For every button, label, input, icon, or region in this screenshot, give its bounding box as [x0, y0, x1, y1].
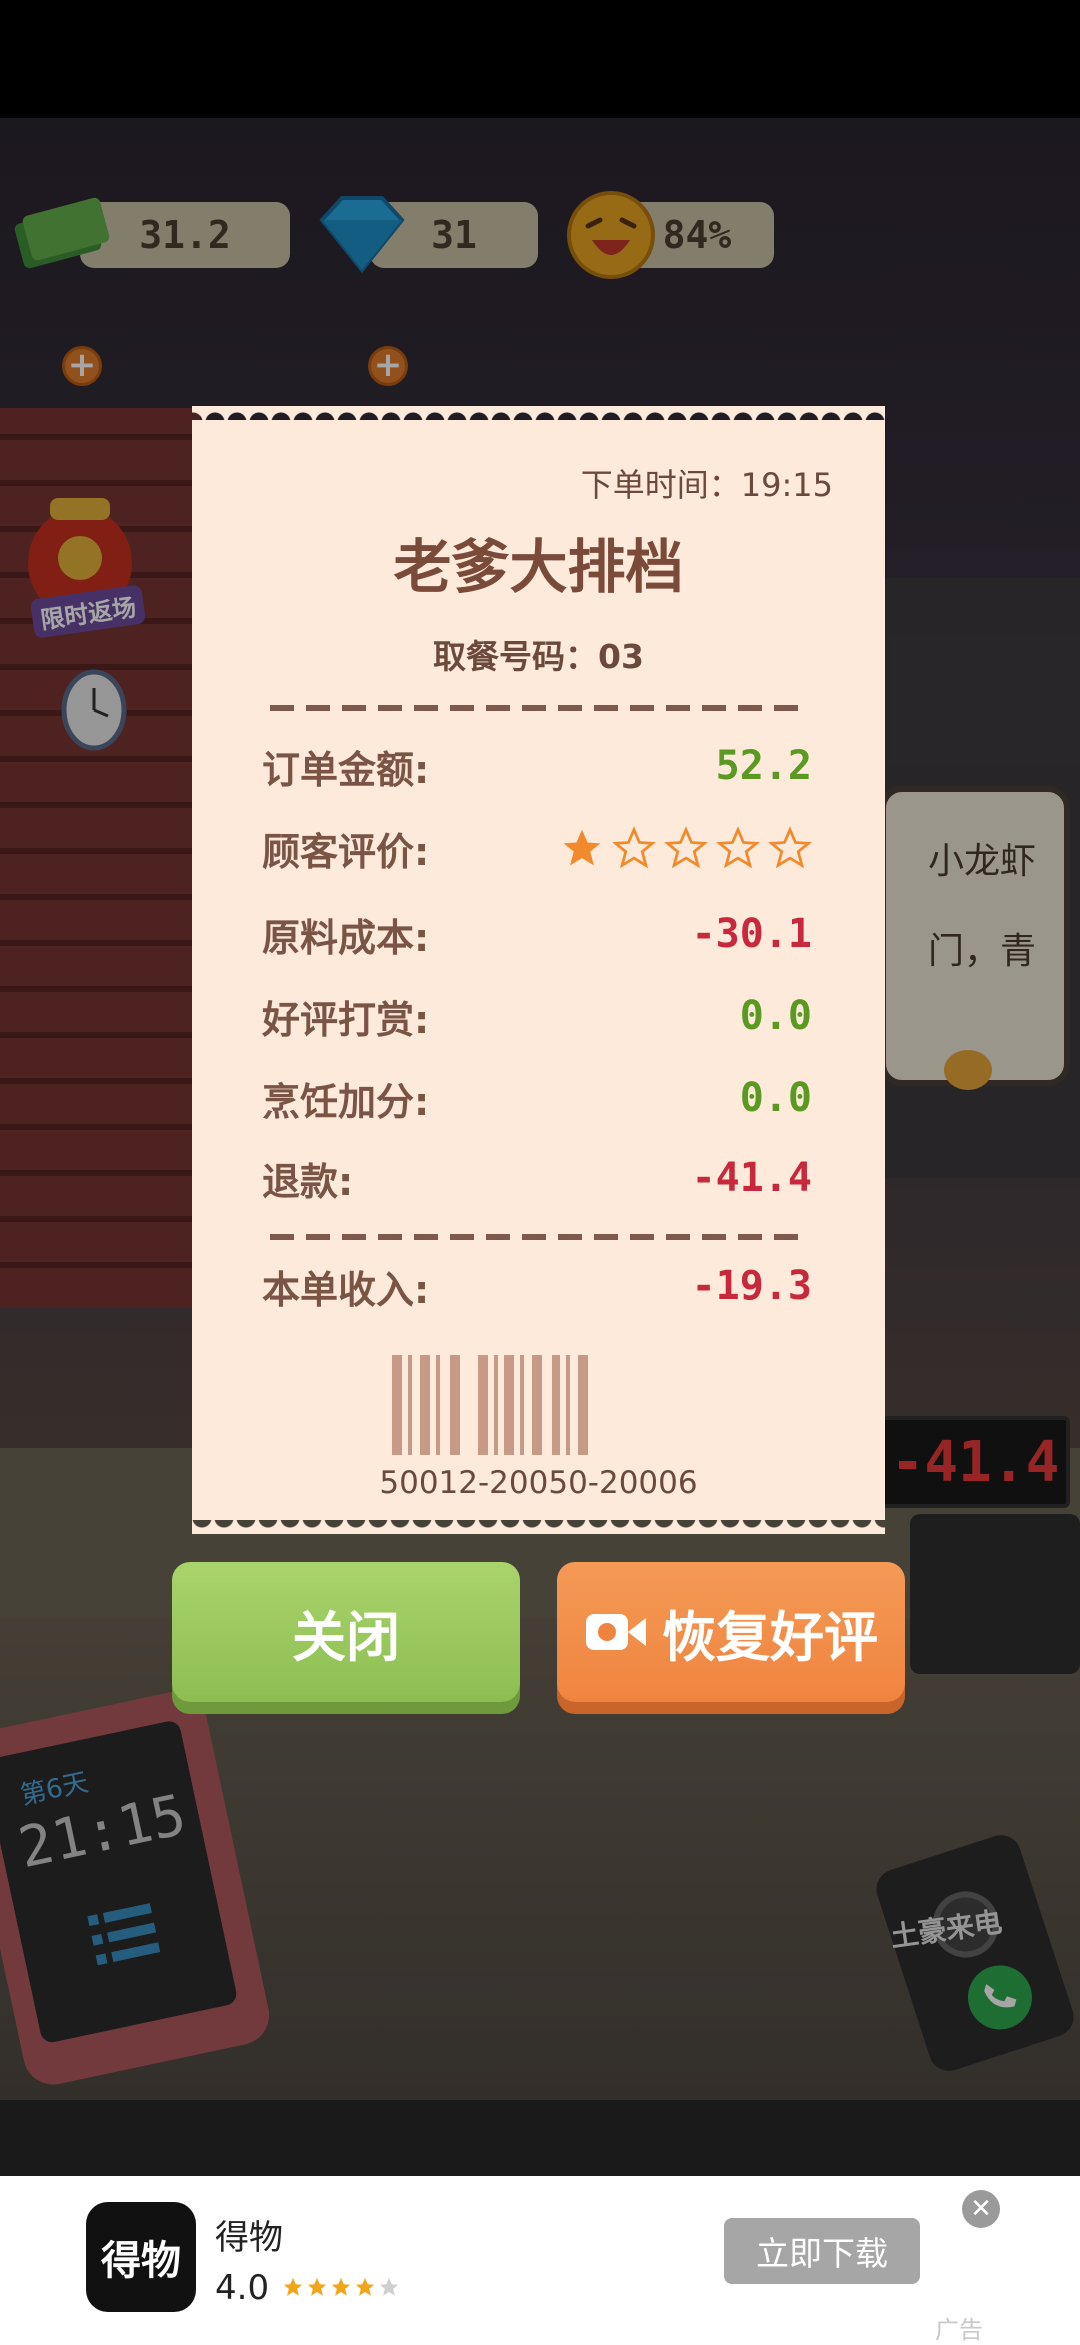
barcode-gap — [440, 1355, 450, 1455]
row-label: 顾客评价: — [262, 829, 430, 874]
row-order-amount: 订单金额: 52.2 — [262, 738, 812, 794]
ad-download-button[interactable]: 立即下载 — [724, 2218, 920, 2284]
barcode-bar — [552, 1355, 560, 1455]
barcode — [392, 1355, 682, 1455]
ad-app-name: 得物 — [215, 2218, 283, 2258]
star-empty-icon — [716, 826, 760, 869]
row-customer-rating: 顾客评价: — [262, 820, 812, 876]
barcode-gap — [524, 1355, 532, 1455]
star-empty-icon — [768, 826, 812, 869]
barcode-bar — [504, 1355, 514, 1455]
order-receipt: 下单时间：19:15 老爹大排档 取餐号码：03 订单金额: 52.2 顾客评价… — [192, 406, 885, 1534]
divider — [270, 705, 810, 711]
row-label: 好评打赏: — [262, 997, 430, 1042]
row-label: 烹饪加分: — [262, 1079, 430, 1124]
row-label: 本单收入: — [262, 1267, 430, 1312]
shop-name: 老爹大排档 — [393, 533, 684, 601]
row-value: 52.2 — [715, 743, 812, 789]
barcode-bar — [532, 1355, 542, 1455]
ad-close-icon[interactable]: ✕ — [962, 2190, 1000, 2228]
row-label: 订单金额: — [262, 747, 430, 792]
row-total-income: 本单收入: -19.3 — [262, 1258, 812, 1314]
row-label: 原料成本: — [262, 915, 430, 960]
barcode-gap — [460, 1355, 478, 1455]
ad-tag: 广告 — [935, 2316, 983, 2344]
row-refund: 退款: -41.4 — [262, 1150, 812, 1206]
restore-rating-button[interactable]: 恢复好评 — [557, 1562, 905, 1702]
row-value: 0.0 — [739, 1075, 812, 1121]
row-cooking-bonus: 烹饪加分: 0.0 — [262, 1070, 812, 1126]
star-empty-icon — [612, 826, 656, 869]
ad-rating: 4.0 — [215, 2268, 270, 2308]
row-label: 退款: — [262, 1159, 354, 1204]
barcode-bar — [578, 1355, 588, 1455]
star-empty-icon — [664, 826, 708, 869]
row-value: -30.1 — [691, 911, 812, 957]
ad-rating-stars — [282, 2276, 400, 2298]
barcode-gap — [570, 1355, 578, 1455]
rating-stars — [560, 826, 812, 870]
order-time: 下单时间：19:15 — [580, 466, 833, 504]
barcode-gap — [412, 1355, 420, 1455]
pickup-code: 取餐号码：03 — [433, 637, 644, 676]
row-value: -19.3 — [691, 1263, 812, 1309]
barcode-bar — [478, 1355, 488, 1455]
receipt-top-edge — [192, 406, 885, 422]
star-filled-icon — [563, 829, 601, 866]
row-tip: 好评打赏: 0.0 — [262, 988, 812, 1044]
row-value: 0.0 — [739, 993, 812, 1039]
ad-app-logo[interactable]: 得物 — [86, 2202, 196, 2312]
barcode-gap — [542, 1355, 552, 1455]
ad-star-filled-icon — [307, 2277, 327, 2296]
barcode-bar — [392, 1355, 402, 1455]
divider — [270, 1234, 810, 1240]
row-ingredient-cost: 原料成本: -30.1 — [262, 906, 812, 962]
ad-star-filled-icon — [283, 2277, 303, 2296]
bottom-strip — [0, 2100, 1080, 2176]
row-value: -41.4 — [691, 1155, 812, 1201]
ad-logo-text: 得物 — [101, 2238, 181, 2284]
ad-star-filled-icon — [331, 2277, 351, 2296]
barcode-bar — [450, 1355, 460, 1455]
barcode-bar — [420, 1355, 430, 1455]
video-camera-icon — [586, 1614, 646, 1650]
barcode-number: 50012-20050-20006 — [379, 1465, 698, 1501]
ad-star-empty-icon — [379, 2277, 399, 2296]
ad-download-label: 立即下载 — [756, 2234, 888, 2273]
ad-banner[interactable]: 得物 得物 4.0 立即下载 ✕ 广告 — [0, 2176, 1080, 2345]
receipt-bottom-edge — [192, 1518, 885, 1534]
restore-button-label: 恢复好评 — [662, 1605, 878, 1669]
ad-star-filled-icon — [355, 2277, 375, 2296]
close-button-label: 关闭 — [292, 1605, 400, 1669]
close-button[interactable]: 关闭 — [172, 1562, 520, 1702]
